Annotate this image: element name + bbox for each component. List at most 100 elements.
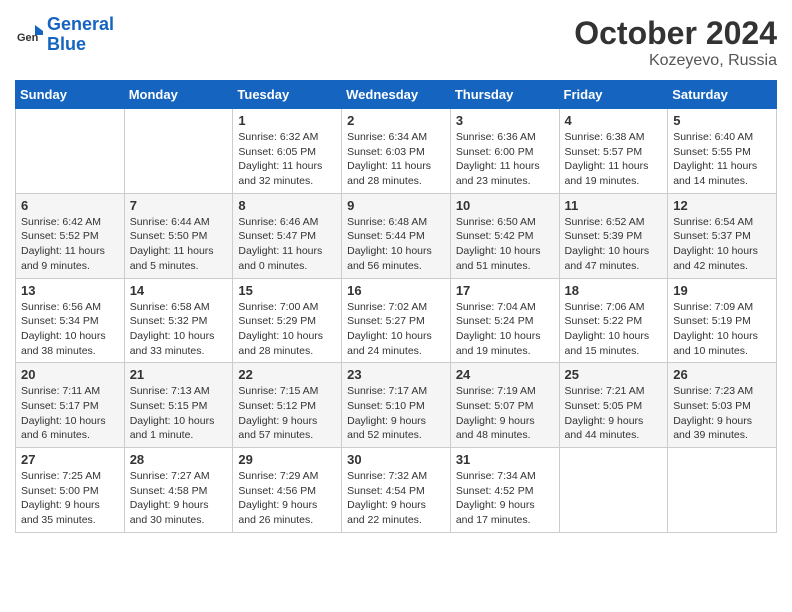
calendar-table: SundayMondayTuesdayWednesdayThursdayFrid…: [15, 80, 777, 533]
day-cell: 13Sunrise: 6:56 AM Sunset: 5:34 PM Dayli…: [16, 278, 125, 363]
header-wednesday: Wednesday: [342, 81, 451, 109]
day-cell: 2 Sunrise: 6:34 AM Sunset: 6:03 PM Daylig…: [342, 109, 451, 194]
logo: Gen General Blue: [15, 15, 114, 55]
day-cell: 17 Sunrise: 7:04 AM Sunset: 5:24 PM Dayli…: [450, 278, 559, 363]
day-number: 12: [673, 198, 771, 213]
day-cell: 7 Sunrise: 6:44 AM Sunset: 5:50 PM Daylig…: [124, 193, 233, 278]
day-info: Sunrise: 6:38 AM Sunset: 5:57 PM Dayligh…: [565, 130, 663, 189]
day-info: Sunrise: 7:17 AM Sunset: 5:10 PM Dayligh…: [347, 384, 445, 443]
day-cell: 12 Sunrise: 6:54 AM Sunset: 5:37 PM Dayli…: [668, 193, 777, 278]
header-row: SundayMondayTuesdayWednesdayThursdayFrid…: [16, 81, 777, 109]
day-number: 31: [456, 452, 554, 467]
day-cell: 28Sunrise: 7:27 AM Sunset: 4:58 PM Dayli…: [124, 448, 233, 533]
day-cell: 19Sunrise: 7:09 AM Sunset: 5:19 PM Dayli…: [668, 278, 777, 363]
day-cell: 22Sunrise: 7:15 AM Sunset: 5:12 PM Dayli…: [233, 363, 342, 448]
week-row-1: 1 Sunrise: 6:32 AM Sunset: 6:05 PM Daylig…: [16, 109, 777, 194]
day-number: 3: [456, 113, 554, 128]
day-number: 8: [238, 198, 336, 213]
day-number: 19: [673, 283, 771, 298]
day-number: 30: [347, 452, 445, 467]
day-cell: 10 Sunrise: 6:50 AM Sunset: 5:42 PM Dayli…: [450, 193, 559, 278]
day-cell: 24Sunrise: 7:19 AM Sunset: 5:07 PM Dayli…: [450, 363, 559, 448]
day-cell: [124, 109, 233, 194]
day-number: 25: [565, 367, 663, 382]
day-info: Sunrise: 6:46 AM Sunset: 5:47 PM Dayligh…: [238, 215, 336, 274]
header: Gen General Blue October 2024 Kozeyevo, …: [15, 15, 777, 70]
day-cell: 16 Sunrise: 7:02 AM Sunset: 5:27 PM Dayli…: [342, 278, 451, 363]
day-number: 5: [673, 113, 771, 128]
day-number: 1: [238, 113, 336, 128]
day-info: Sunrise: 7:29 AM Sunset: 4:56 PM Dayligh…: [238, 469, 336, 528]
logo-line2: Blue: [47, 35, 114, 55]
day-info: Sunrise: 7:11 AM Sunset: 5:17 PM Dayligh…: [21, 384, 119, 443]
day-number: 4: [565, 113, 663, 128]
day-info: Sunrise: 6:42 AM Sunset: 5:52 PM Dayligh…: [21, 215, 119, 274]
logo-line1: General: [47, 14, 114, 34]
day-cell: 15 Sunrise: 7:00 AM Sunset: 5:29 PM Dayli…: [233, 278, 342, 363]
day-number: 21: [130, 367, 228, 382]
day-info: Sunrise: 7:19 AM Sunset: 5:07 PM Dayligh…: [456, 384, 554, 443]
day-info: Sunrise: 6:44 AM Sunset: 5:50 PM Dayligh…: [130, 215, 228, 274]
day-cell: 11 Sunrise: 6:52 AM Sunset: 5:39 PM Dayli…: [559, 193, 668, 278]
day-cell: 1 Sunrise: 6:32 AM Sunset: 6:05 PM Daylig…: [233, 109, 342, 194]
day-cell: 8 Sunrise: 6:46 AM Sunset: 5:47 PM Daylig…: [233, 193, 342, 278]
day-cell: 26Sunrise: 7:23 AM Sunset: 5:03 PM Dayli…: [668, 363, 777, 448]
day-number: 15: [238, 283, 336, 298]
location-title: Kozeyevo, Russia: [574, 52, 777, 70]
day-info: Sunrise: 6:52 AM Sunset: 5:39 PM Dayligh…: [565, 215, 663, 274]
day-info: Sunrise: 6:32 AM Sunset: 6:05 PM Dayligh…: [238, 130, 336, 189]
day-cell: 6 Sunrise: 6:42 AM Sunset: 5:52 PM Daylig…: [16, 193, 125, 278]
day-info: Sunrise: 7:06 AM Sunset: 5:22 PM Dayligh…: [565, 300, 663, 359]
day-number: 13: [21, 283, 119, 298]
day-info: Sunrise: 7:27 AM Sunset: 4:58 PM Dayligh…: [130, 469, 228, 528]
header-saturday: Saturday: [668, 81, 777, 109]
day-number: 6: [21, 198, 119, 213]
header-friday: Friday: [559, 81, 668, 109]
day-number: 17: [456, 283, 554, 298]
header-thursday: Thursday: [450, 81, 559, 109]
day-info: Sunrise: 6:50 AM Sunset: 5:42 PM Dayligh…: [456, 215, 554, 274]
day-info: Sunrise: 6:58 AM Sunset: 5:32 PM Dayligh…: [130, 300, 228, 359]
day-info: Sunrise: 6:48 AM Sunset: 5:44 PM Dayligh…: [347, 215, 445, 274]
day-cell: [668, 448, 777, 533]
logo-text: General Blue: [47, 15, 114, 55]
day-number: 11: [565, 198, 663, 213]
day-number: 16: [347, 283, 445, 298]
day-number: 2: [347, 113, 445, 128]
header-tuesday: Tuesday: [233, 81, 342, 109]
day-info: Sunrise: 7:25 AM Sunset: 5:00 PM Dayligh…: [21, 469, 119, 528]
day-number: 9: [347, 198, 445, 213]
day-info: Sunrise: 7:00 AM Sunset: 5:29 PM Dayligh…: [238, 300, 336, 359]
day-info: Sunrise: 6:54 AM Sunset: 5:37 PM Dayligh…: [673, 215, 771, 274]
day-info: Sunrise: 7:15 AM Sunset: 5:12 PM Dayligh…: [238, 384, 336, 443]
header-sunday: Sunday: [16, 81, 125, 109]
day-number: 10: [456, 198, 554, 213]
day-info: Sunrise: 6:40 AM Sunset: 5:55 PM Dayligh…: [673, 130, 771, 189]
day-info: Sunrise: 6:36 AM Sunset: 6:00 PM Dayligh…: [456, 130, 554, 189]
day-cell: [16, 109, 125, 194]
day-cell: 23Sunrise: 7:17 AM Sunset: 5:10 PM Dayli…: [342, 363, 451, 448]
day-cell: 3 Sunrise: 6:36 AM Sunset: 6:00 PM Daylig…: [450, 109, 559, 194]
day-cell: 31Sunrise: 7:34 AM Sunset: 4:52 PM Dayli…: [450, 448, 559, 533]
week-row-3: 13Sunrise: 6:56 AM Sunset: 5:34 PM Dayli…: [16, 278, 777, 363]
day-cell: 25 Sunrise: 7:21 AM Sunset: 5:05 PM Dayli…: [559, 363, 668, 448]
day-cell: 4 Sunrise: 6:38 AM Sunset: 5:57 PM Daylig…: [559, 109, 668, 194]
day-info: Sunrise: 7:21 AM Sunset: 5:05 PM Dayligh…: [565, 384, 663, 443]
day-info: Sunrise: 7:32 AM Sunset: 4:54 PM Dayligh…: [347, 469, 445, 528]
day-cell: 29Sunrise: 7:29 AM Sunset: 4:56 PM Dayli…: [233, 448, 342, 533]
day-info: Sunrise: 7:02 AM Sunset: 5:27 PM Dayligh…: [347, 300, 445, 359]
month-title: October 2024: [574, 15, 777, 52]
day-info: Sunrise: 7:04 AM Sunset: 5:24 PM Dayligh…: [456, 300, 554, 359]
day-number: 20: [21, 367, 119, 382]
day-info: Sunrise: 7:13 AM Sunset: 5:15 PM Dayligh…: [130, 384, 228, 443]
day-cell: 5 Sunrise: 6:40 AM Sunset: 5:55 PM Daylig…: [668, 109, 777, 194]
day-number: 7: [130, 198, 228, 213]
day-number: 26: [673, 367, 771, 382]
title-area: October 2024 Kozeyevo, Russia: [574, 15, 777, 70]
week-row-5: 27Sunrise: 7:25 AM Sunset: 5:00 PM Dayli…: [16, 448, 777, 533]
day-cell: 18Sunrise: 7:06 AM Sunset: 5:22 PM Dayli…: [559, 278, 668, 363]
week-row-4: 20 Sunrise: 7:11 AM Sunset: 5:17 PM Dayli…: [16, 363, 777, 448]
day-info: Sunrise: 6:34 AM Sunset: 6:03 PM Dayligh…: [347, 130, 445, 189]
day-cell: 20 Sunrise: 7:11 AM Sunset: 5:17 PM Dayli…: [16, 363, 125, 448]
day-cell: 30 Sunrise: 7:32 AM Sunset: 4:54 PM Dayli…: [342, 448, 451, 533]
